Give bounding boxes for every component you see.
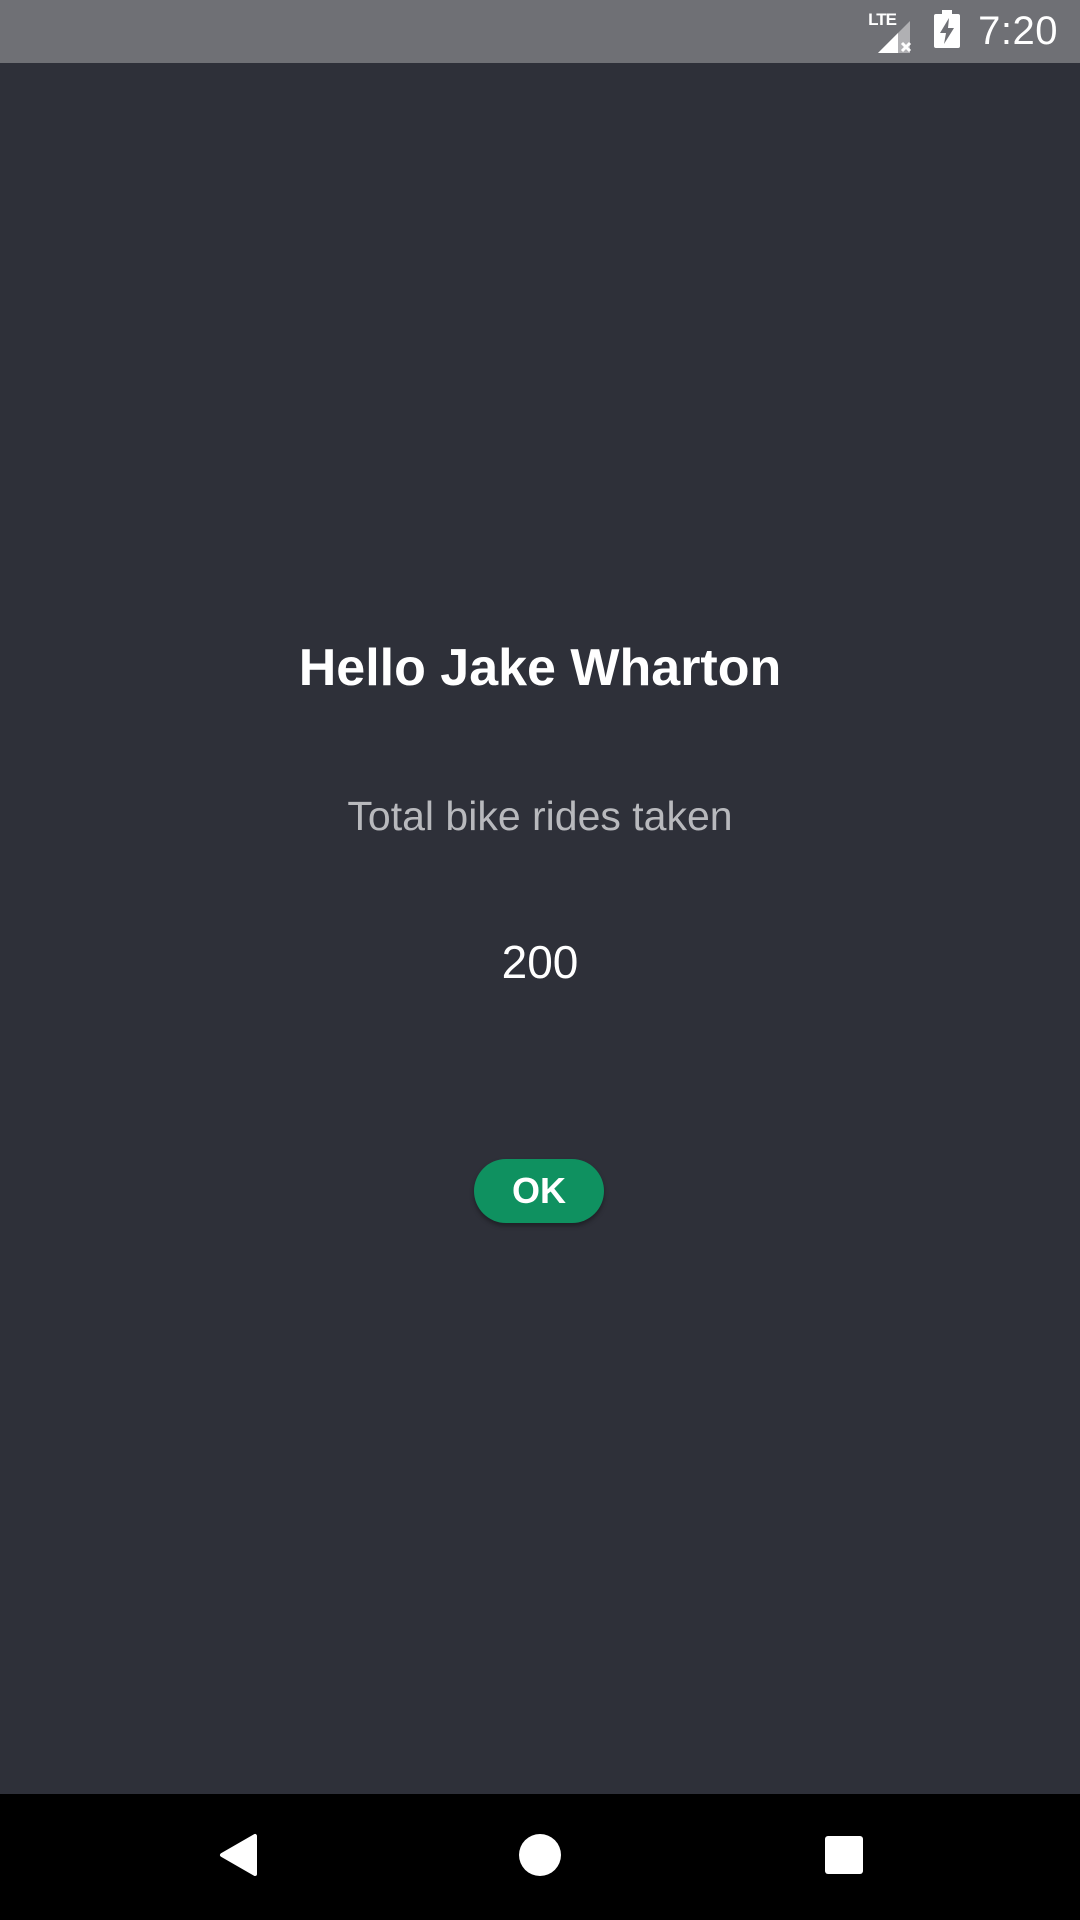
status-bar: LTE 7:20 (0, 0, 1080, 63)
rides-subtitle: Total bike rides taken (347, 793, 733, 839)
greeting-title: Hello Jake Wharton (298, 639, 782, 697)
lte-signal-icon: LTE (868, 9, 916, 55)
recents-icon (824, 1835, 864, 1880)
home-button[interactable] (477, 1794, 603, 1920)
battery-charging-icon (934, 10, 961, 53)
navigation-bar (0, 1794, 1080, 1920)
recents-button[interactable] (781, 1794, 907, 1920)
home-icon (518, 1833, 562, 1882)
main-content: Hello Jake Wharton Total bike rides take… (0, 63, 1080, 1794)
back-button[interactable] (175, 1794, 301, 1920)
rides-count: 200 (501, 936, 579, 988)
status-icons: LTE 7:20 (868, 0, 1058, 63)
status-time: 7:20 (978, 9, 1058, 53)
back-icon (217, 1832, 259, 1883)
ok-button[interactable]: OK (474, 1159, 604, 1223)
